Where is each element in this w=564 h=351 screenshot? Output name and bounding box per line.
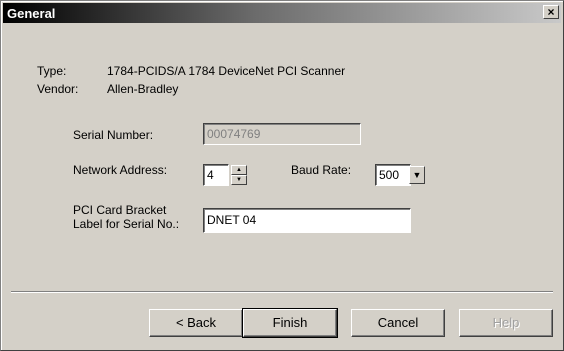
type-label: Type: <box>37 64 67 78</box>
baud-rate-label: Baud Rate: <box>291 163 352 177</box>
bracket-label-line1: PCI Card Bracket <box>73 203 167 217</box>
back-button[interactable]: < Back <box>149 309 243 337</box>
serial-number-field: 00074769 <box>203 123 361 145</box>
close-button[interactable]: × <box>543 5 559 19</box>
baud-rate-select[interactable]: 500 <box>375 164 411 186</box>
network-address-spinner[interactable]: ▲ ▼ <box>231 165 247 185</box>
spin-up-icon[interactable]: ▲ <box>231 165 247 175</box>
serial-number-label: Serial Number: <box>73 128 154 142</box>
vendor-label: Vendor: <box>37 82 79 96</box>
finish-button[interactable]: Finish <box>242 308 338 338</box>
spin-down-icon[interactable]: ▼ <box>231 175 247 185</box>
bracket-label-line2: Label for Serial No.: <box>73 217 180 231</box>
network-address-input[interactable]: 4 <box>203 164 229 186</box>
type-value: 1784-PCIDS/A 1784 DeviceNet PCI Scanner <box>107 64 346 78</box>
window-title: General <box>7 6 56 21</box>
close-icon: × <box>547 5 555 19</box>
network-address-label: Network Address: <box>73 163 168 177</box>
chevron-down-icon[interactable]: ▼ <box>409 166 425 184</box>
help-button[interactable]: Help <box>459 309 553 337</box>
vendor-value: Allen-Bradley <box>107 82 179 96</box>
general-dialog: General × Type: 1784-PCIDS/A 1784 Device… <box>0 0 564 351</box>
bracket-label-input[interactable]: DNET 04 <box>203 208 411 233</box>
separator <box>11 291 553 293</box>
cancel-button[interactable]: Cancel <box>351 309 445 337</box>
title-bar[interactable]: General × <box>3 3 561 23</box>
